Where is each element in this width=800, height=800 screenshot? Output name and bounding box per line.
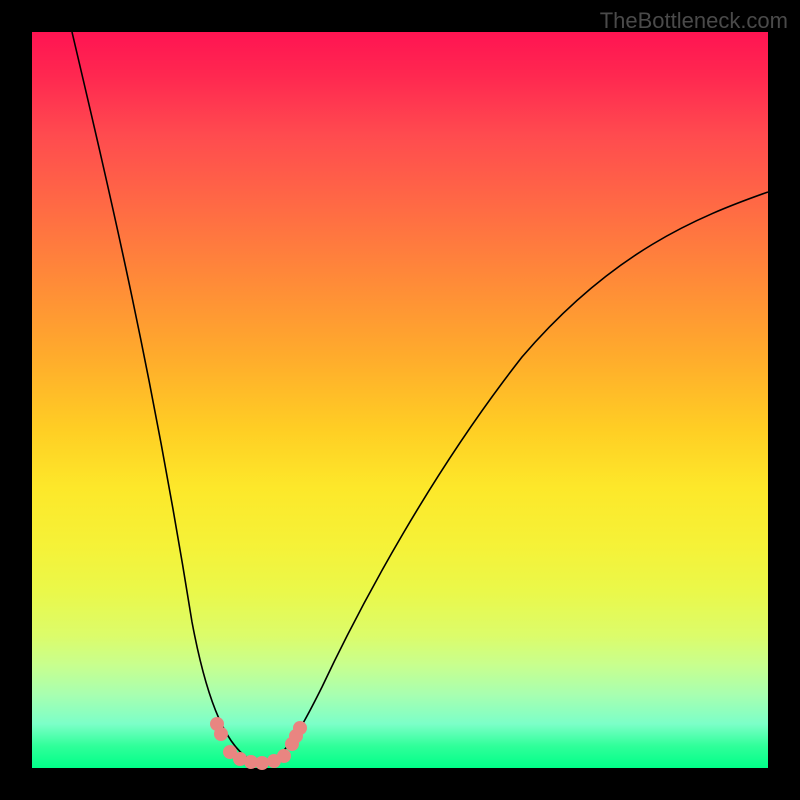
marker-point (277, 749, 291, 763)
plot-area (32, 32, 768, 768)
marker-point (214, 727, 228, 741)
marker-point (293, 721, 307, 735)
markers-svg (32, 32, 768, 768)
marker-point (255, 756, 269, 770)
watermark-text: TheBottleneck.com (600, 8, 788, 34)
